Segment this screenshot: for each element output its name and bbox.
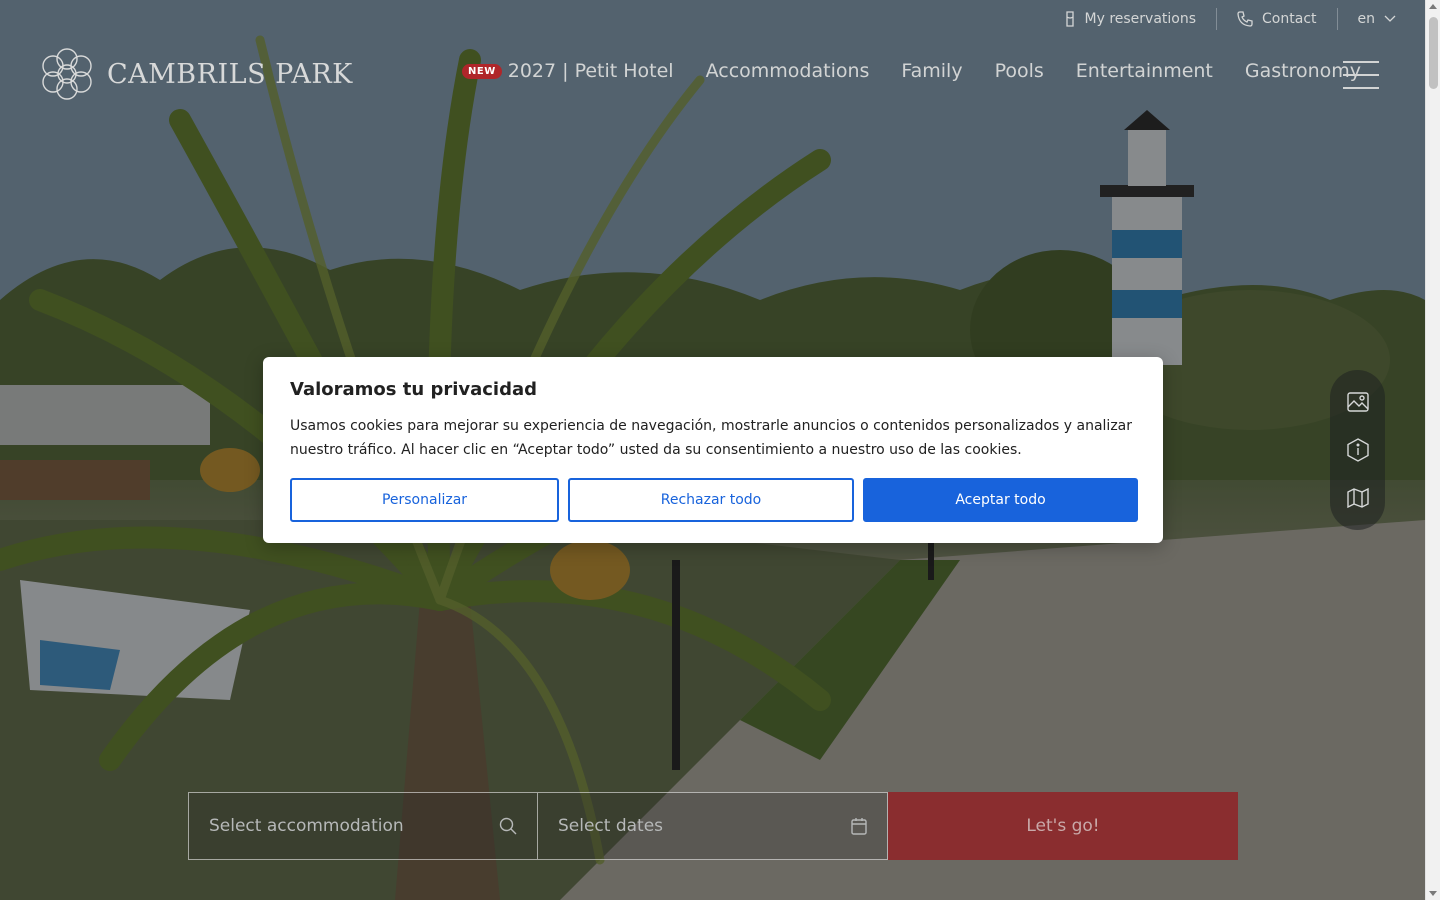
- language-label: en: [1357, 11, 1376, 27]
- contact-label: Contact: [1262, 11, 1317, 27]
- accept-all-button[interactable]: Aceptar todo: [863, 478, 1138, 522]
- reject-all-button[interactable]: Rechazar todo: [568, 478, 854, 522]
- calendar-icon: [851, 818, 867, 835]
- image-icon: [1346, 392, 1369, 412]
- cookie-dialog-text: Usamos cookies para mejorar su experienc…: [290, 418, 1132, 458]
- accommodation-placeholder: Select accommodation: [209, 816, 404, 836]
- contact-link[interactable]: Contact: [1217, 8, 1336, 30]
- scrollbar-thumb[interactable]: [1429, 17, 1438, 89]
- lets-go-button[interactable]: Let's go!: [888, 792, 1238, 860]
- nav-item-family[interactable]: Family: [901, 60, 962, 82]
- info-icon: [1346, 438, 1369, 462]
- menu-line: [1343, 61, 1379, 63]
- menu-line: [1343, 74, 1379, 76]
- chevron-down-icon: [1384, 15, 1396, 22]
- customize-button[interactable]: Personalizar: [290, 478, 559, 522]
- utility-bar: My reservations Contact en: [1044, 0, 1396, 38]
- map-icon: [1346, 488, 1369, 508]
- nav-item-label: 2027 | Petit Hotel: [507, 60, 674, 82]
- map-button[interactable]: [1340, 480, 1376, 516]
- booking-bar: Select accommodation Select dates Let's …: [188, 792, 1238, 860]
- cookie-consent-dialog: Valoramos tu privacidad Usamos cookies p…: [263, 357, 1163, 543]
- language-selector[interactable]: en: [1338, 8, 1397, 30]
- scroll-up-arrow-icon[interactable]: [1429, 4, 1437, 9]
- info-button[interactable]: [1340, 432, 1376, 468]
- main-nav: NEW 2027 | Petit Hotel Accommodations Fa…: [462, 60, 1361, 82]
- nav-item-pools[interactable]: Pools: [995, 60, 1044, 82]
- new-badge: NEW: [462, 63, 502, 79]
- my-reservations-label: My reservations: [1084, 11, 1197, 27]
- nav-item-accommodations[interactable]: Accommodations: [706, 60, 870, 82]
- my-reservations-link[interactable]: My reservations: [1044, 8, 1217, 30]
- brand-logo[interactable]: CAMBRILS PARK: [40, 46, 353, 102]
- cookie-dialog-actions: Personalizar Rechazar todo Aceptar todo: [290, 478, 1138, 522]
- hamburger-menu-icon[interactable]: [1343, 61, 1379, 89]
- search-icon: [499, 817, 517, 835]
- menu-line: [1343, 87, 1379, 89]
- dates-select[interactable]: Select dates: [538, 792, 888, 860]
- nav-item-petit-hotel[interactable]: NEW 2027 | Petit Hotel: [462, 60, 674, 82]
- accommodation-select[interactable]: Select accommodation: [188, 792, 538, 860]
- flower-logo-icon: [42, 48, 92, 100]
- scroll-down-arrow-icon[interactable]: [1429, 891, 1437, 896]
- page-scrollbar[interactable]: [1425, 0, 1440, 900]
- nav-item-entertainment[interactable]: Entertainment: [1076, 60, 1213, 82]
- brand-name: CAMBRILS PARK: [107, 58, 353, 90]
- dates-placeholder: Select dates: [558, 816, 664, 836]
- gallery-button[interactable]: [1340, 384, 1376, 420]
- phone-icon: [1237, 11, 1253, 27]
- side-toolbar: [1330, 370, 1385, 530]
- cookie-dialog-title: Valoramos tu privacidad: [290, 379, 538, 400]
- reservation-icon: [1065, 11, 1074, 27]
